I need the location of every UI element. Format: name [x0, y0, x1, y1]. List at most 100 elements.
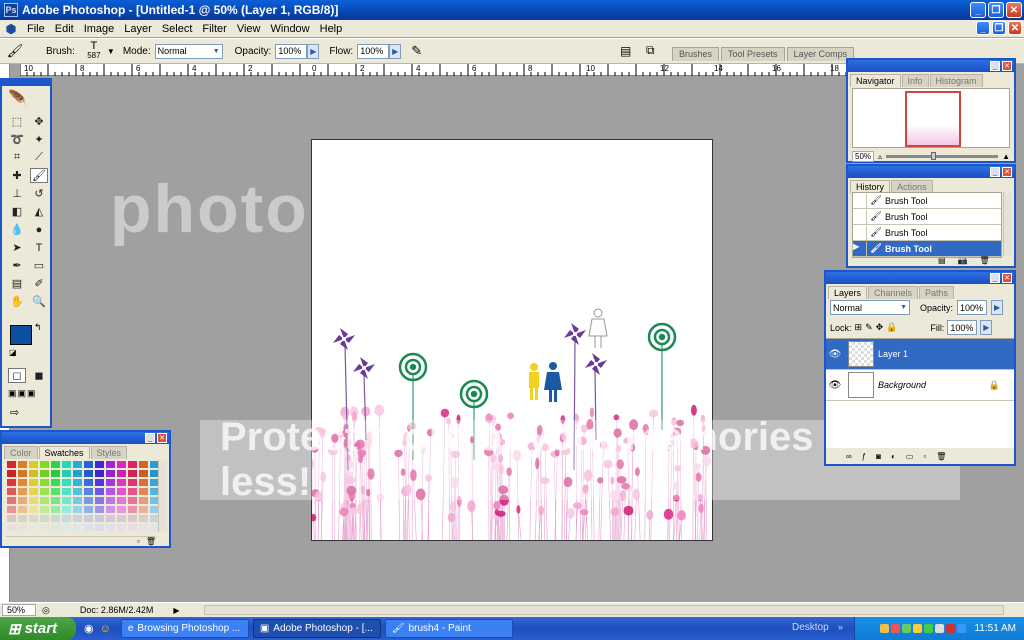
swatch[interactable]: [6, 469, 17, 478]
menu-filter[interactable]: Filter: [197, 23, 231, 35]
notes-tool-icon[interactable]: ▤: [8, 276, 26, 291]
swatch[interactable]: [39, 505, 50, 514]
tab-swatches[interactable]: Swatches: [38, 446, 90, 459]
swatch[interactable]: [105, 496, 116, 505]
swatch[interactable]: [39, 478, 50, 487]
panel-minimize-button[interactable]: _: [145, 433, 155, 443]
swatch[interactable]: [6, 487, 17, 496]
document-icon[interactable]: ⬢: [2, 21, 20, 36]
swatch[interactable]: [61, 523, 72, 532]
doc-restore-button[interactable]: ❐: [992, 21, 1006, 35]
panel-close-button[interactable]: ✕: [1002, 273, 1012, 283]
snapshot-icon[interactable]: 📷: [958, 256, 968, 265]
swatch[interactable]: [94, 514, 105, 523]
layer-opacity-input[interactable]: 100%: [957, 300, 988, 315]
palette-well-icon[interactable]: ⧉: [646, 43, 655, 58]
pen-tool-icon[interactable]: ✒: [8, 258, 26, 273]
history-item-current[interactable]: ▶ 🖌 Brush Tool: [853, 241, 1001, 257]
swatch[interactable]: [94, 460, 105, 469]
swatch[interactable]: [17, 487, 28, 496]
panel-close-button[interactable]: ✕: [157, 433, 167, 443]
tray-icon[interactable]: [902, 624, 912, 633]
healing-brush-icon[interactable]: ✚: [8, 168, 26, 183]
swatch[interactable]: [61, 496, 72, 505]
menu-file[interactable]: File: [22, 23, 50, 35]
security-icon[interactable]: [946, 624, 956, 633]
swatch[interactable]: [72, 478, 83, 487]
swatch[interactable]: [138, 469, 149, 478]
swatch[interactable]: [83, 505, 94, 514]
flow-slider-button[interactable]: ▶: [389, 43, 402, 59]
shape-tool-icon[interactable]: ▭: [30, 258, 48, 273]
swatch[interactable]: [138, 496, 149, 505]
lock-image-icon[interactable]: ✎: [865, 322, 873, 333]
swatch[interactable]: [83, 478, 94, 487]
swap-colors-icon[interactable]: ↰: [34, 322, 42, 333]
toolbar-expand-icon[interactable]: »: [838, 622, 843, 632]
tray-icon[interactable]: [880, 624, 890, 633]
navigator-view-box[interactable]: [905, 91, 961, 147]
swatch[interactable]: [83, 514, 94, 523]
photoshop-app-icon[interactable]: Ps: [4, 3, 18, 17]
network-icon[interactable]: [924, 624, 934, 633]
swatch[interactable]: [50, 478, 61, 487]
swatch[interactable]: [127, 496, 138, 505]
link-layers-icon[interactable]: ∞: [846, 452, 852, 461]
tray-icon[interactable]: [891, 624, 901, 633]
swatch[interactable]: [138, 487, 149, 496]
swatch[interactable]: [127, 487, 138, 496]
swatch[interactable]: [28, 496, 39, 505]
swatch[interactable]: [39, 514, 50, 523]
well-brushes[interactable]: Brushes: [672, 47, 720, 61]
swatch[interactable]: [50, 487, 61, 496]
swatch[interactable]: [116, 523, 127, 532]
swatch[interactable]: [105, 514, 116, 523]
swatch[interactable]: [127, 460, 138, 469]
swatch[interactable]: [17, 469, 28, 478]
swatch[interactable]: [61, 469, 72, 478]
screen-mode-standard-icon[interactable]: ▣: [8, 388, 17, 399]
lock-all-icon[interactable]: 🔒: [886, 322, 897, 333]
swatch-grid[interactable]: [6, 460, 160, 532]
brush-tool-preset-icon[interactable]: 🖌: [0, 43, 30, 59]
swatch[interactable]: [72, 505, 83, 514]
minimize-button[interactable]: _: [970, 2, 986, 18]
swatch[interactable]: [127, 523, 138, 532]
swatch[interactable]: [28, 460, 39, 469]
swatch[interactable]: [83, 469, 94, 478]
close-button[interactable]: ✕: [1006, 2, 1022, 18]
navigator-zoom-field[interactable]: 50%: [852, 150, 875, 162]
swatch[interactable]: [127, 505, 138, 514]
volume-icon[interactable]: [935, 624, 945, 633]
swatch[interactable]: [72, 496, 83, 505]
swatch[interactable]: [6, 505, 17, 514]
swatch[interactable]: [83, 496, 94, 505]
swatch[interactable]: [94, 496, 105, 505]
slice-tool-icon[interactable]: ⟋: [30, 150, 48, 165]
swatch[interactable]: [72, 469, 83, 478]
swatch[interactable]: [50, 505, 61, 514]
path-selection-icon[interactable]: ➤: [8, 240, 26, 255]
zoom-slider[interactable]: [886, 151, 999, 160]
clock[interactable]: 11:51 AM: [974, 623, 1016, 634]
tab-styles[interactable]: Styles: [90, 446, 128, 459]
tab-color[interactable]: Color: [4, 446, 38, 459]
swatch[interactable]: [50, 469, 61, 478]
swatch[interactable]: [83, 487, 94, 496]
desktop-toolbar[interactable]: Desktop: [792, 622, 829, 633]
zoom-tool-icon[interactable]: 🔍: [30, 294, 48, 309]
paint-bucket-icon[interactable]: ◭: [30, 204, 48, 219]
fill-slider-button[interactable]: ▶: [980, 320, 993, 335]
screen-mode-full-menu-icon[interactable]: ▣: [18, 388, 27, 399]
swatch[interactable]: [94, 478, 105, 487]
swatch[interactable]: [138, 505, 149, 514]
tab-channels[interactable]: Channels: [868, 286, 919, 299]
menu-select[interactable]: Select: [157, 23, 198, 35]
swatch[interactable]: [94, 469, 105, 478]
doc-minimize-button[interactable]: _: [976, 21, 990, 35]
status-info-icon[interactable]: ◎: [42, 605, 50, 616]
lock-position-icon[interactable]: ✥: [876, 322, 884, 333]
dodge-tool-icon[interactable]: ●: [30, 222, 48, 237]
mode-select[interactable]: Normal ▼: [154, 43, 223, 59]
swatch[interactable]: [83, 460, 94, 469]
